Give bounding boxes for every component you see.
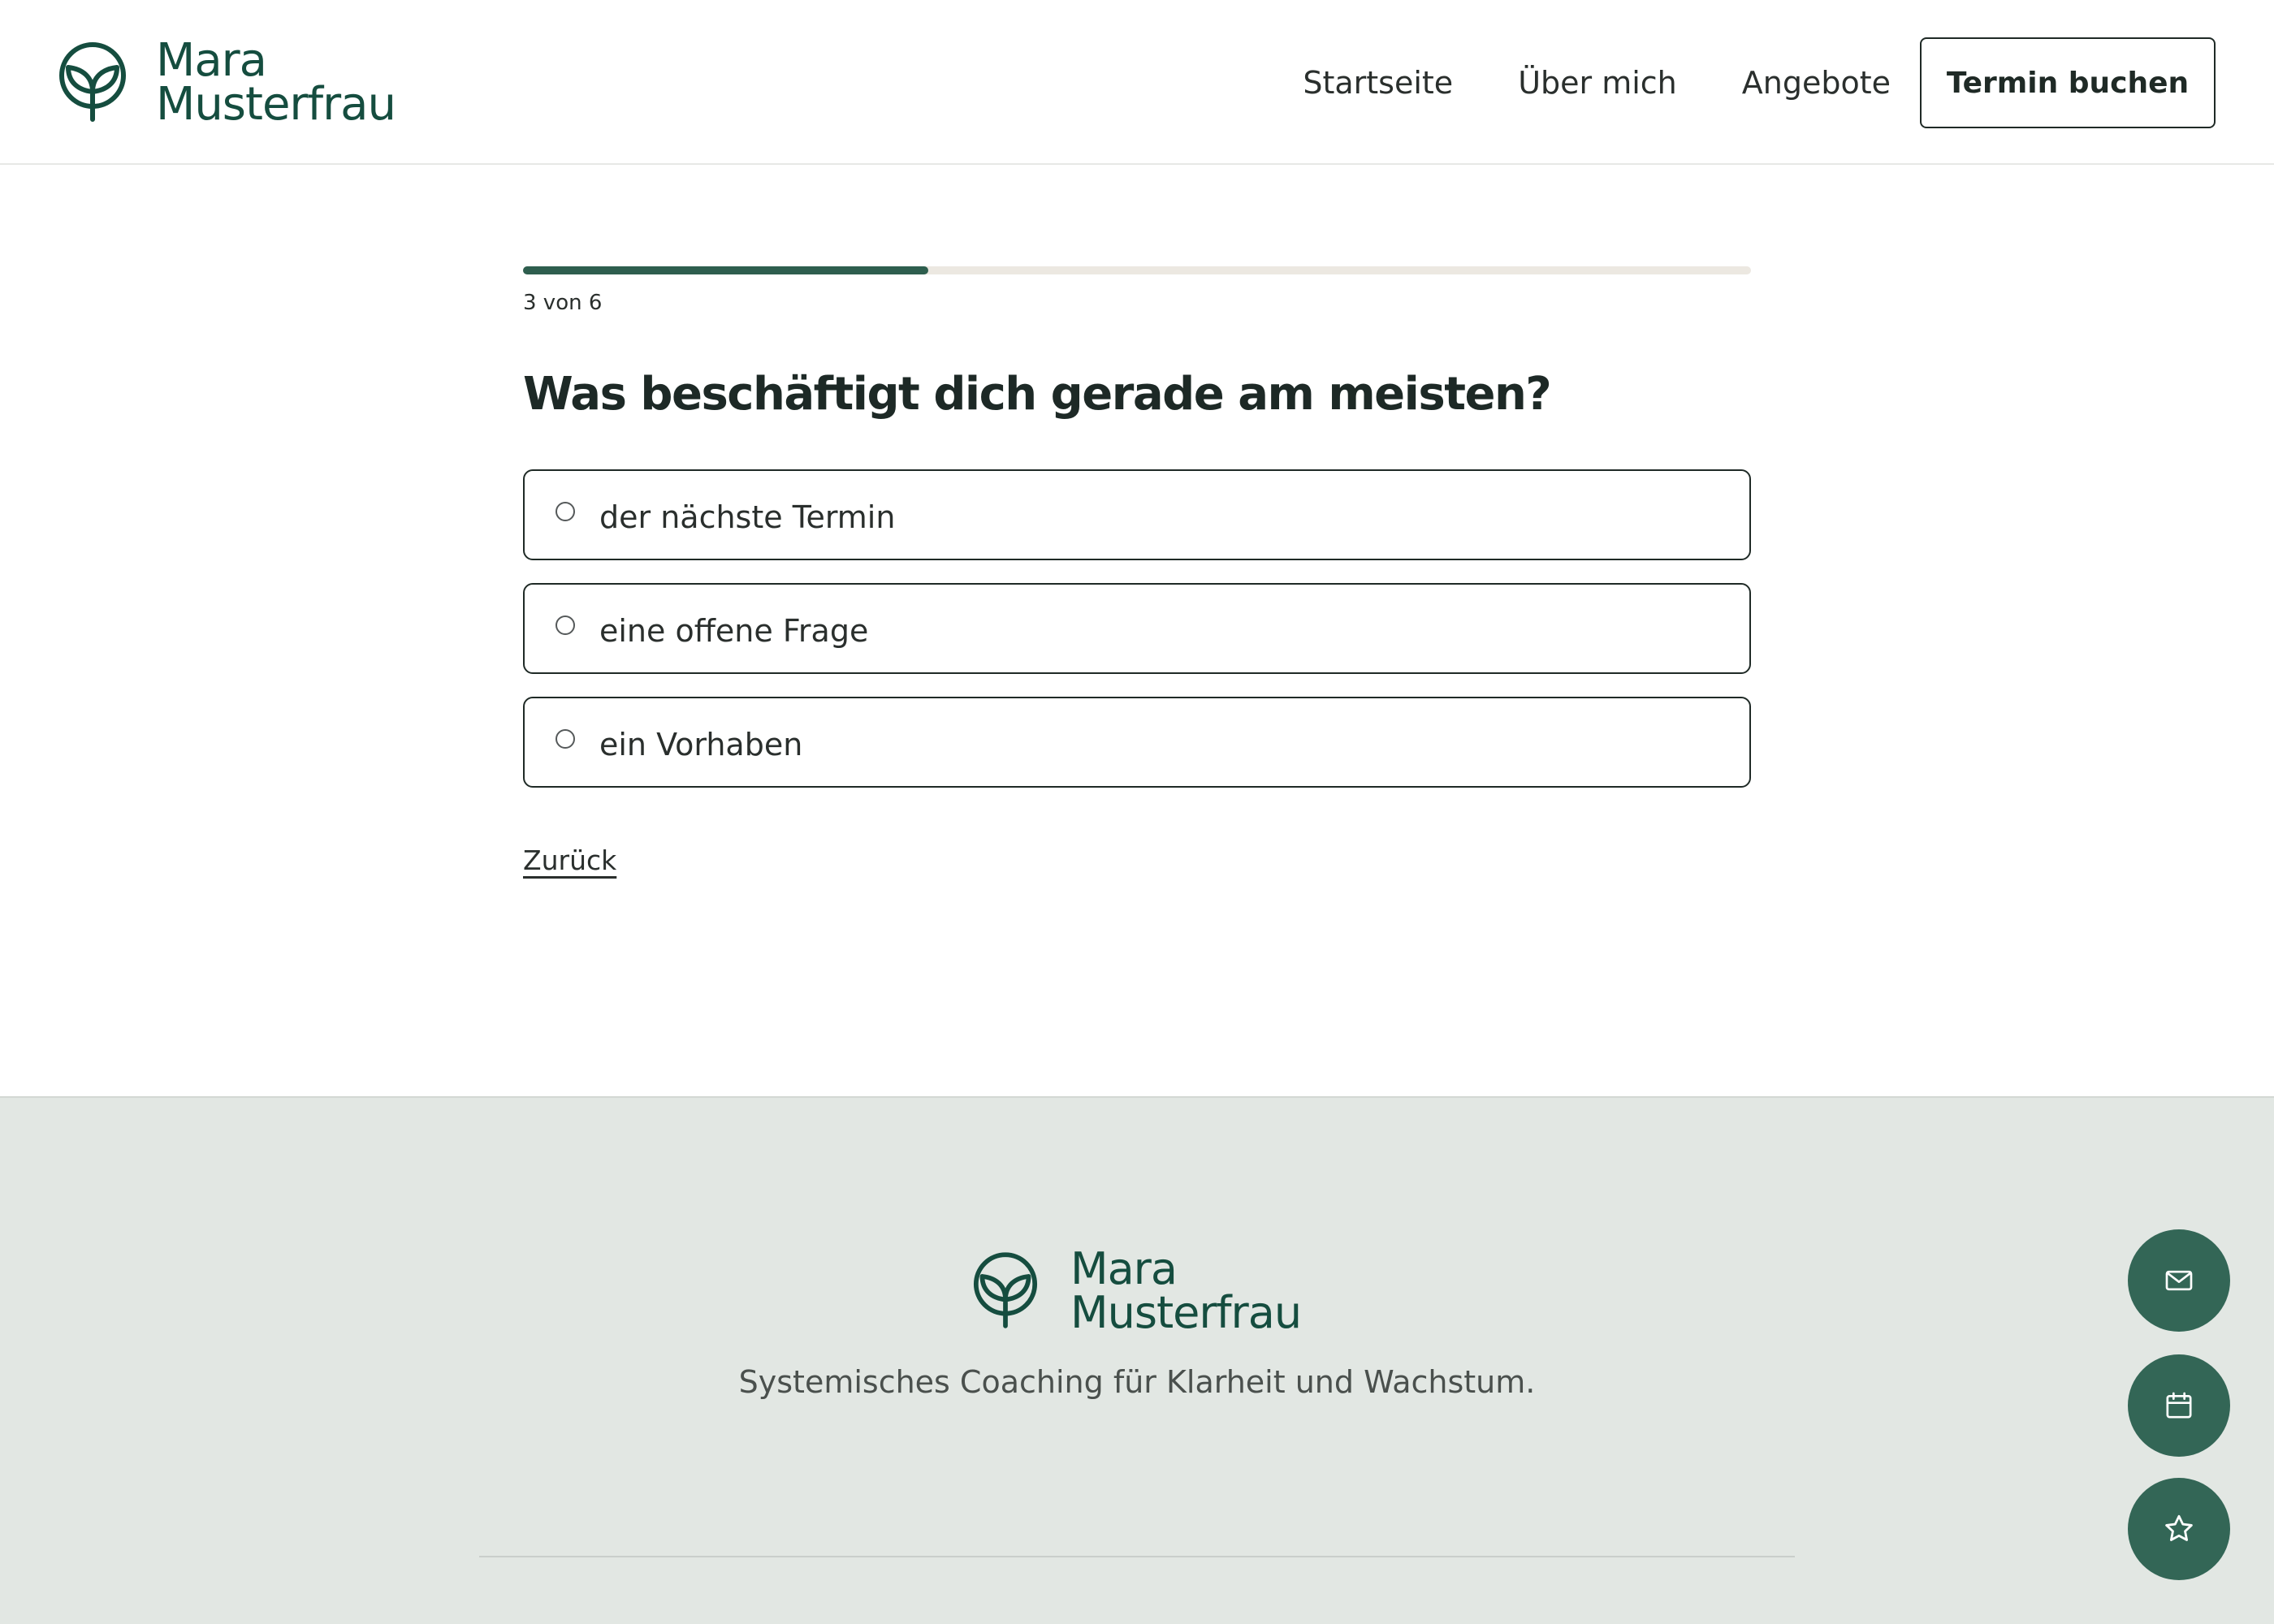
answer-option-3[interactable]: ein Vorhaben (523, 697, 1751, 788)
progress-bar (523, 266, 1751, 274)
answer-option-label: eine offene Frage (599, 613, 869, 649)
radio-button[interactable] (556, 729, 575, 749)
star-fab-button[interactable] (2128, 1478, 2230, 1580)
calendar-icon (2166, 1392, 2192, 1419)
calendar-fab-button[interactable] (2128, 1354, 2230, 1457)
footer-brand-logo[interactable]: Mara Musterfrau (973, 1243, 1302, 1338)
brand-name-line2: Musterfrau (156, 78, 396, 131)
email-fab-button[interactable] (2128, 1229, 2230, 1332)
quiz-section: 3 von 6 Was beschäftigt dich gerade am m… (523, 266, 1751, 876)
answer-options: der nächste Termin eine offene Frage ein… (523, 469, 1751, 788)
star-icon (2165, 1514, 2193, 1541)
nav-item-startseite[interactable]: Startseite (1303, 65, 1453, 101)
brand-name-line2: Musterfrau (1070, 1287, 1302, 1338)
mail-icon (2165, 1270, 2193, 1291)
answer-option-label: ein Vorhaben (599, 727, 803, 762)
book-appointment-button[interactable]: Termin buchen (1920, 37, 2216, 128)
footer-brand-name: Mara Musterfrau (1070, 1243, 1302, 1338)
main-nav: Startseite Über mich Angebote (1303, 0, 1891, 165)
site-footer: Mara Musterfrau Systemisches Coaching fü… (0, 1096, 2274, 1624)
site-header: Mara Musterfrau Startseite Über mich Ang… (0, 0, 2274, 165)
brand-logo[interactable]: Mara Musterfrau (58, 34, 396, 131)
footer-tagline: Systemisches Coaching für Klarheit und W… (738, 1364, 1536, 1400)
answer-option-1[interactable]: der nächste Termin (523, 469, 1751, 560)
back-link[interactable]: Zurück (523, 844, 616, 876)
progress-bar-fill (523, 266, 928, 274)
tree-logo-icon (59, 42, 126, 122)
tree-logo-icon (973, 1252, 1038, 1328)
answer-option-label: der nächste Termin (599, 499, 896, 535)
brand-name-line1: Mara (156, 34, 267, 87)
footer-divider (479, 1556, 1795, 1557)
progress-step-label: 3 von 6 (523, 291, 603, 315)
brand-name-line1: Mara (1070, 1243, 1178, 1294)
radio-button[interactable] (556, 502, 575, 521)
nav-item-ueber-mich[interactable]: Über mich (1518, 65, 1677, 101)
answer-option-2[interactable]: eine offene Frage (523, 583, 1751, 674)
brand-name: Mara Musterfrau (156, 34, 396, 131)
question-title: Was beschäftigt dich gerade am meisten? (523, 368, 1552, 421)
nav-item-angebote[interactable]: Angebote (1742, 65, 1891, 101)
radio-button[interactable] (556, 615, 575, 635)
